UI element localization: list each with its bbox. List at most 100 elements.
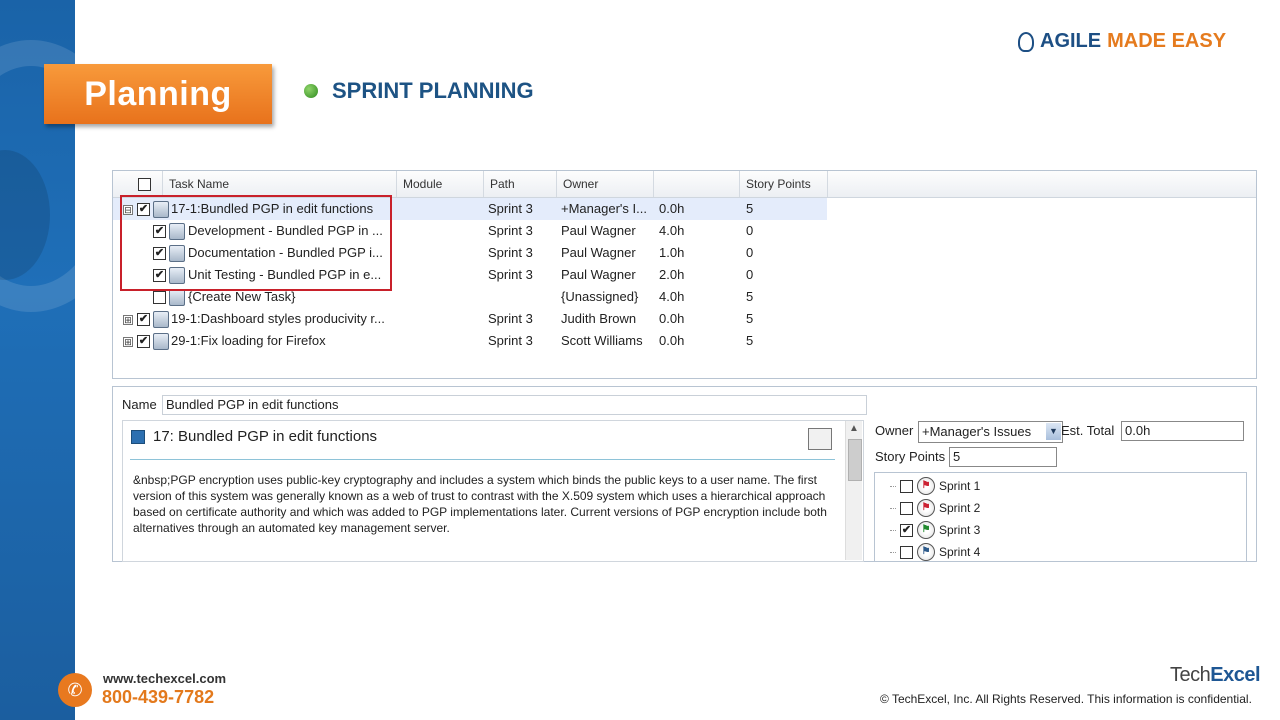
bullet-icon [304, 84, 318, 98]
sprint-checkbox[interactable] [900, 479, 913, 493]
highlight-box [120, 195, 392, 291]
brand-logo: AGILE MADE EASY [1018, 30, 1226, 53]
expander-icon[interactable]: ⊞ [123, 330, 133, 352]
cell-path: Sprint 3 [488, 245, 533, 260]
phone-icon: ✆ [58, 673, 92, 707]
sprint-label: Sprint 3 [939, 523, 981, 537]
copyright-text: © TechExcel, Inc. All Rights Reserved. T… [880, 692, 1252, 706]
logo-tech: Tech [1170, 664, 1211, 686]
cell-task-name[interactable]: 19-1:Dashboard styles producivity r... [171, 308, 391, 330]
techexcel-logo: TechExcel [1170, 664, 1261, 687]
row-checkbox[interactable]: ✔ [137, 330, 150, 352]
cell-task-name[interactable]: 29-1:Fix loading for Firefox [171, 330, 391, 352]
cell-owner: Paul Wagner [561, 223, 636, 238]
scroll-up-icon[interactable]: ▲ [849, 423, 859, 434]
sprint-label: Sprint 1 [939, 479, 981, 493]
header-story-points[interactable]: Story Points [740, 171, 828, 197]
planning-badge: Planning [44, 64, 272, 124]
sprint-tree-item[interactable]: ⚑ Sprint 4 [890, 543, 980, 561]
scroll-thumb[interactable] [848, 439, 862, 481]
cell-estimate: 1.0h [659, 245, 685, 260]
sprint-checkbox[interactable] [900, 501, 913, 515]
header-select-all[interactable] [113, 171, 163, 197]
sprint-tree-item[interactable]: ⚑ Sprint 1 [890, 477, 980, 495]
cell-owner: +Manager's I... [561, 201, 647, 216]
description-title: 17: Bundled PGP in edit functions [131, 428, 377, 445]
cell-story-points: 0 [746, 223, 754, 238]
footer-url[interactable]: www.techexcel.com [103, 671, 226, 686]
item-icon [131, 429, 145, 444]
cell-story-points: 5 [746, 201, 754, 216]
est-total-label: Est. Total [1061, 423, 1115, 438]
brand-word-agile: AGILE [1040, 30, 1102, 52]
page-title-text: SPRINT PLANNING [332, 78, 534, 103]
tree-connector [890, 529, 896, 531]
task-icon [153, 330, 169, 352]
lightbulb-icon [1018, 31, 1034, 52]
tree-connector [890, 507, 896, 509]
page-title: SPRINT PLANNING [304, 78, 534, 104]
brand-word-made-easy: MADE EASY [1107, 30, 1227, 52]
story-points-field[interactable]: 5 [949, 447, 1057, 467]
tree-connector [890, 551, 896, 553]
cell-path: Sprint 3 [488, 223, 533, 238]
name-field[interactable]: Bundled PGP in edit functions [162, 395, 867, 415]
cell-story-points: 0 [746, 267, 754, 282]
sprint-status-icon: ⚑ [917, 477, 935, 495]
header-module[interactable]: Module [397, 171, 484, 197]
edit-icon[interactable] [808, 428, 832, 450]
cell-estimate: 0.0h [659, 201, 685, 216]
sprint-checkbox[interactable]: ✔ [900, 523, 913, 537]
description-scrollbar[interactable]: ▲ [845, 421, 862, 560]
row-checkbox[interactable]: ✔ [137, 308, 150, 330]
footer-phone: 800-439-7782 [102, 687, 215, 707]
description-title-text: 17: Bundled PGP in edit functions [153, 428, 378, 445]
expander-icon[interactable]: ⊞ [123, 308, 133, 330]
tree-connector [890, 485, 896, 487]
story-points-label: Story Points [875, 449, 946, 464]
header-task-name[interactable]: Task Name [163, 171, 397, 197]
cell-story-points: 5 [746, 311, 754, 326]
name-label: Name [122, 397, 157, 412]
select-all-checkbox[interactable] [138, 178, 151, 192]
cell-story-points: 5 [746, 333, 754, 348]
cell-estimate: 4.0h [659, 223, 685, 238]
header-estimate[interactable] [654, 171, 740, 197]
sprint-label: Sprint 2 [939, 501, 981, 515]
cell-owner: Judith Brown [561, 311, 637, 326]
owner-label: Owner [875, 423, 914, 438]
est-total-field[interactable]: 0.0h [1121, 421, 1244, 441]
cell-estimate: 0.0h [659, 333, 685, 348]
cell-owner: Paul Wagner [561, 245, 636, 260]
sprint-tree-item[interactable]: ✔ ⚑ Sprint 3 [890, 521, 980, 539]
sprint-tree-item[interactable]: ⚑ Sprint 2 [890, 499, 980, 517]
cell-story-points: 0 [746, 245, 754, 260]
cell-owner: Paul Wagner [561, 267, 636, 282]
sprint-status-icon: ⚑ [917, 521, 935, 539]
cell-estimate: 4.0h [659, 289, 685, 304]
sprint-checkbox[interactable] [900, 545, 913, 559]
task-icon [153, 308, 169, 330]
sprint-label: Sprint 4 [939, 545, 981, 559]
cell-path: Sprint 3 [488, 201, 533, 216]
owner-select[interactable]: +Manager's Issues ▼ [918, 421, 1063, 443]
header-owner[interactable]: Owner [557, 171, 654, 197]
logo-excel: Excel [1210, 664, 1261, 686]
cell-estimate: 0.0h [659, 311, 685, 326]
cell-path: Sprint 3 [488, 311, 533, 326]
cell-owner: {Unassigned} [561, 289, 639, 304]
header-path[interactable]: Path [484, 171, 557, 197]
table-row[interactable]: ⊞ ✔ 29-1:Fix loading for Firefox Sprint 3 Sc… [113, 330, 827, 352]
cell-path: Sprint 3 [488, 267, 533, 282]
grid-header: Task Name Module Path Owner Story Points [113, 171, 1256, 198]
cell-estimate: 2.0h [659, 267, 685, 282]
cell-owner: Scott Williams [561, 333, 643, 348]
description-text[interactable]: &nbsp;PGP encryption uses public-key cry… [133, 472, 833, 536]
chevron-down-icon[interactable]: ▼ [1046, 423, 1061, 440]
sprint-status-icon: ⚑ [917, 543, 935, 561]
sprint-status-icon: ⚑ [917, 499, 935, 517]
divider [130, 459, 835, 460]
cell-path: Sprint 3 [488, 333, 533, 348]
owner-select-value: +Manager's Issues [922, 424, 1032, 439]
table-row[interactable]: ⊞ ✔ 19-1:Dashboard styles producivity r...… [113, 308, 827, 330]
